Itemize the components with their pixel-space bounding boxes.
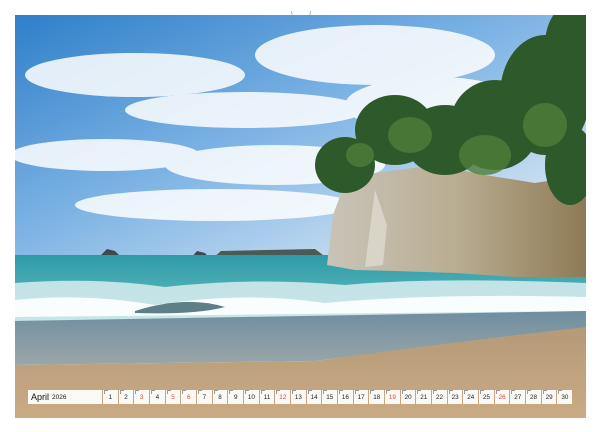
day-cells: 1 2 3 4 5 6 7 8 9 10 11 12 13 14 15 16 17 18 19 20 21 22 23 24 2… [103, 390, 573, 404]
day-cell: 1 [103, 390, 118, 404]
day-cell: 8 [212, 390, 228, 404]
day-cell: 11 [259, 390, 275, 404]
day-cell: 24 [463, 390, 479, 404]
day-cell: 30 [557, 390, 573, 404]
day-cell: 6 [181, 390, 197, 404]
day-cell: 21 [416, 390, 432, 404]
day-cell: 7 [197, 390, 212, 404]
photo-illustration [15, 15, 586, 418]
day-cell: 29 [541, 390, 557, 404]
day-cell: 16 [338, 390, 353, 404]
day-cell: 10 [244, 390, 259, 404]
year-label: 2026 [52, 393, 67, 401]
day-cell: 20 [400, 390, 416, 404]
day-cell: 14 [306, 390, 322, 404]
day-cell: 9 [228, 390, 244, 404]
day-cell: 3 [134, 390, 150, 404]
beach-cliff-photo [15, 15, 586, 418]
day-cell: 18 [369, 390, 385, 404]
calendar-strip: April 2026 1 2 3 4 5 6 7 8 9 10 11 12 13 14 15 16 17 18 19… [28, 390, 573, 404]
day-cell: 12 [275, 390, 291, 404]
day-cell: 4 [150, 390, 165, 404]
day-cell: 26 [494, 390, 510, 404]
day-cell: 22 [432, 390, 447, 404]
day-cell: 15 [322, 390, 338, 404]
day-cell: 17 [353, 390, 369, 404]
month-name: April [31, 392, 50, 402]
day-cell: 19 [385, 390, 400, 404]
day-cell: 27 [510, 390, 526, 404]
day-cell: 13 [291, 390, 306, 404]
month-label: April 2026 [28, 390, 102, 404]
day-cell: 2 [118, 390, 134, 404]
day-cell: 23 [447, 390, 463, 404]
day-cell: 5 [165, 390, 181, 404]
day-cell: 25 [479, 390, 494, 404]
day-cell: 28 [526, 390, 541, 404]
